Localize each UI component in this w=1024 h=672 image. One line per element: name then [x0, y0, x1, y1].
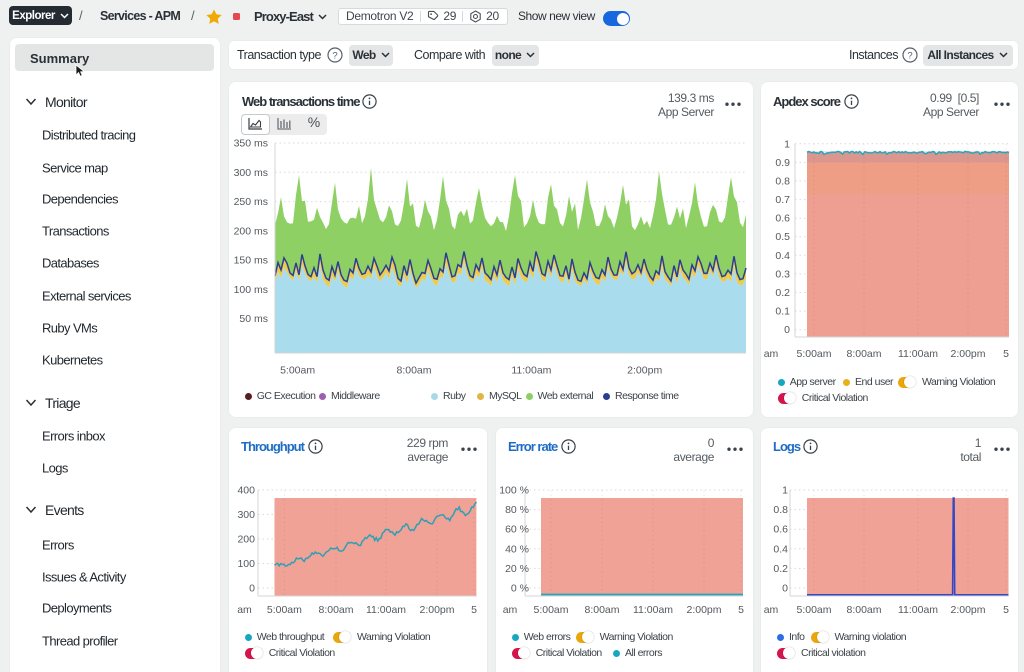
svg-text:11:00am: 11:00am: [511, 365, 551, 377]
svg-text:150 ms: 150 ms: [234, 255, 268, 267]
svg-text:50 ms: 50 ms: [239, 313, 268, 325]
svg-text:300 ms: 300 ms: [234, 167, 268, 179]
svg-text:0.2: 0.2: [773, 563, 788, 575]
svg-text:0.1: 0.1: [775, 306, 790, 318]
svg-text:0.9: 0.9: [775, 157, 790, 169]
svg-text:0.8: 0.8: [773, 504, 788, 516]
svg-text:100 %: 100 %: [499, 485, 529, 497]
svg-text:2:00pm: 2:00pm: [419, 604, 454, 616]
svg-text:2:00pm: 2:00pm: [950, 348, 985, 360]
svg-text:20 %: 20 %: [505, 563, 529, 575]
svg-text:1: 1: [784, 138, 790, 150]
svg-text:11:00am: 11:00am: [898, 348, 938, 360]
svg-text:0.7: 0.7: [775, 194, 790, 206]
svg-text:2:00pm: 2:00pm: [950, 604, 985, 616]
svg-text:400: 400: [237, 485, 255, 497]
svg-text:8:00am: 8:00am: [846, 604, 881, 616]
svg-text:0: 0: [784, 324, 790, 336]
svg-text:5:00am: 5:00am: [796, 604, 831, 616]
svg-text:2:00pm: 2:00pm: [627, 365, 662, 377]
svg-text:0: 0: [782, 583, 788, 595]
svg-text:8:00am: 8:00am: [396, 365, 431, 377]
svg-text:0.4: 0.4: [773, 543, 788, 555]
svg-text:?: ?: [332, 50, 337, 61]
svg-text:8:00am: 8:00am: [846, 348, 881, 360]
svg-text:200 ms: 200 ms: [234, 225, 268, 237]
svg-text:300: 300: [237, 509, 255, 521]
svg-text:100 ms: 100 ms: [234, 284, 268, 296]
svg-text:0.3: 0.3: [775, 268, 790, 280]
svg-text:am: am: [764, 604, 779, 616]
svg-text:0.5: 0.5: [775, 231, 790, 243]
svg-text:11:00am: 11:00am: [898, 604, 938, 616]
svg-text:5:00am: 5:00am: [280, 365, 315, 377]
svg-text:100: 100: [237, 558, 255, 570]
svg-text:350 ms: 350 ms: [234, 138, 268, 150]
svg-text:am: am: [764, 348, 779, 360]
svg-text:5: 5: [738, 604, 744, 616]
svg-text:5: 5: [471, 604, 477, 616]
svg-text:40 %: 40 %: [505, 543, 529, 555]
svg-text:0.8: 0.8: [775, 176, 790, 188]
svg-text:am: am: [503, 604, 518, 616]
svg-text:250 ms: 250 ms: [234, 196, 268, 208]
svg-text:?: ?: [907, 50, 912, 61]
svg-text:5: 5: [1003, 348, 1009, 360]
svg-text:80 %: 80 %: [505, 504, 529, 516]
svg-text:5:00am: 5:00am: [533, 604, 568, 616]
svg-text:60 %: 60 %: [505, 524, 529, 536]
svg-text:0.6: 0.6: [773, 524, 788, 536]
svg-text:11:00am: 11:00am: [366, 604, 406, 616]
svg-text:5: 5: [1003, 604, 1009, 616]
svg-text:0.4: 0.4: [775, 250, 790, 262]
svg-text:0: 0: [249, 583, 255, 595]
svg-text:0.2: 0.2: [775, 287, 790, 299]
svg-text:8:00am: 8:00am: [318, 604, 353, 616]
svg-text:2:00pm: 2:00pm: [686, 604, 721, 616]
svg-text:200: 200: [237, 534, 255, 546]
svg-text:11:00am: 11:00am: [633, 604, 673, 616]
svg-text:0.6: 0.6: [775, 213, 790, 225]
svg-text:8:00am: 8:00am: [584, 604, 619, 616]
svg-text:5:00am: 5:00am: [796, 348, 831, 360]
svg-text:1: 1: [782, 485, 788, 497]
svg-text:0 %: 0 %: [511, 583, 529, 595]
svg-text:5:00am: 5:00am: [267, 604, 302, 616]
svg-text:am: am: [237, 604, 252, 616]
